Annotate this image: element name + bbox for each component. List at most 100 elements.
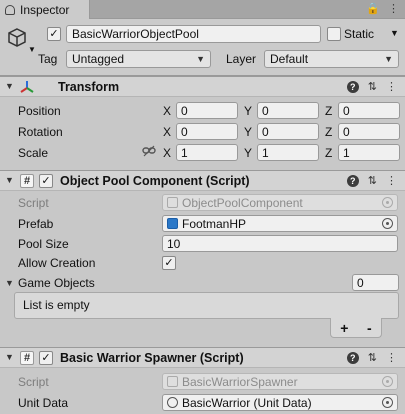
- inspector-tab[interactable]: Inspector: [0, 0, 90, 19]
- rotation-y-value: 0: [262, 124, 269, 139]
- spawner-title: Basic Warrior Spawner (Script): [60, 351, 244, 365]
- help-icon[interactable]: ?: [346, 351, 359, 364]
- constrain-proportions-icon[interactable]: [142, 144, 156, 158]
- inspector-icon: [5, 4, 15, 15]
- unit-data-label: Unit Data: [18, 396, 69, 410]
- position-z-value: 0: [343, 103, 350, 118]
- static-dropdown-icon[interactable]: ▼: [390, 28, 399, 38]
- chevron-down-icon: ▼: [196, 54, 205, 64]
- presets-icon[interactable]: ⇅: [368, 174, 377, 187]
- scale-y-field[interactable]: 1: [257, 144, 319, 161]
- position-z-field[interactable]: 0: [338, 102, 400, 119]
- gameobject-name-field[interactable]: BasicWarriorObjectPool: [66, 25, 321, 43]
- allow-creation-checkbox[interactable]: ✓: [162, 256, 176, 270]
- rotation-z-field[interactable]: 0: [338, 123, 400, 140]
- rotation-x-label[interactable]: X: [163, 125, 171, 139]
- scale-x-label[interactable]: X: [163, 146, 171, 160]
- tag-dropdown[interactable]: Untagged ▼: [66, 50, 211, 68]
- help-icon[interactable]: ?: [346, 174, 359, 187]
- object-picker-icon[interactable]: [382, 397, 393, 408]
- allow-creation-label: Allow Creation: [18, 256, 96, 270]
- transform-header[interactable]: ▼ Transform ? ⇅ ⋮: [0, 76, 405, 97]
- foldout-arrow-icon[interactable]: ▼: [5, 81, 14, 91]
- list-empty-text: List is empty: [23, 298, 90, 312]
- layer-dropdown[interactable]: Default ▼: [264, 50, 399, 68]
- presets-icon[interactable]: ⇅: [368, 351, 377, 364]
- unit-data-field[interactable]: BasicWarrior (Unit Data): [162, 394, 398, 411]
- scale-z-field[interactable]: 1: [338, 144, 400, 161]
- transform-icon: [19, 79, 35, 95]
- list-remove-button[interactable]: -: [367, 320, 372, 336]
- scale-x-field[interactable]: 1: [176, 144, 238, 161]
- tag-value: Untagged: [72, 52, 125, 66]
- position-y-label[interactable]: Y: [244, 104, 252, 118]
- tag-label: Tag: [38, 52, 58, 66]
- more-options-icon[interactable]: ⋮: [386, 80, 397, 93]
- script-file-icon: [167, 376, 178, 387]
- game-objects-count: 0: [357, 275, 364, 290]
- spawner-script-field: BasicWarriorSpawner: [162, 373, 398, 390]
- scriptable-object-icon: [167, 397, 178, 408]
- scale-y-label[interactable]: Y: [244, 146, 252, 160]
- position-y-field[interactable]: 0: [257, 102, 319, 119]
- pool-size-value: 10: [167, 236, 181, 251]
- inspector-tab-label: Inspector: [20, 2, 70, 17]
- transform-title: Transform: [58, 80, 120, 94]
- lock-icon[interactable]: 🔒: [366, 2, 380, 15]
- position-label: Position: [18, 104, 61, 118]
- spawner-enabled-checkbox[interactable]: ✓: [39, 351, 53, 365]
- rotation-y-field[interactable]: 0: [257, 123, 319, 140]
- prefab-icon: [167, 218, 178, 229]
- scale-x-value: 1: [181, 145, 188, 160]
- chevron-down-icon: ▼: [384, 54, 393, 64]
- list-add-remove-controls: + -: [330, 318, 382, 338]
- rotation-x-field[interactable]: 0: [176, 123, 238, 140]
- game-objects-size-field[interactable]: 0: [352, 274, 399, 291]
- rotation-x-value: 0: [181, 124, 188, 139]
- rotation-z-label[interactable]: Z: [325, 125, 332, 139]
- gameobject-active-checkbox[interactable]: ✓: [47, 27, 61, 41]
- prefab-label: Prefab: [18, 217, 54, 231]
- pool-size-field[interactable]: 10: [162, 235, 398, 252]
- rotation-y-label[interactable]: Y: [244, 125, 252, 139]
- object-pool-component-header[interactable]: ▼ # ✓ Object Pool Component (Script) ? ⇅…: [0, 170, 405, 191]
- foldout-arrow-icon[interactable]: ▼: [5, 278, 14, 288]
- more-options-icon[interactable]: ⋮: [386, 351, 397, 364]
- scale-z-value: 1: [343, 145, 350, 160]
- static-checkbox[interactable]: [327, 27, 341, 41]
- rotation-z-value: 0: [343, 124, 350, 139]
- unit-data-value: BasicWarrior (Unit Data): [182, 395, 312, 410]
- script-hash-icon: #: [20, 351, 34, 365]
- object-picker-icon: [382, 376, 393, 387]
- presets-icon[interactable]: ⇅: [368, 80, 377, 93]
- position-x-label[interactable]: X: [163, 104, 171, 118]
- gameobject-icon-dropdown[interactable]: ▼: [28, 45, 36, 54]
- gameobject-cube-icon: [6, 27, 28, 49]
- game-objects-list: List is empty: [14, 292, 399, 319]
- help-icon[interactable]: ?: [346, 80, 359, 93]
- rotation-label: Rotation: [18, 125, 63, 139]
- position-z-label[interactable]: Z: [325, 104, 332, 118]
- basic-warrior-spawner-header[interactable]: ▼ # ✓ Basic Warrior Spawner (Script) ? ⇅…: [0, 347, 405, 368]
- list-add-button[interactable]: +: [340, 320, 348, 336]
- script-hash-icon: #: [20, 174, 34, 188]
- game-objects-label[interactable]: Game Objects: [18, 276, 95, 290]
- spawner-script-label: Script: [18, 375, 49, 389]
- menu-icon[interactable]: ⋮: [388, 2, 399, 15]
- script-file-icon: [167, 197, 178, 208]
- more-options-icon[interactable]: ⋮: [386, 174, 397, 187]
- inspector-tab-bar: Inspector 🔒 ⋮: [0, 0, 405, 19]
- scale-label: Scale: [18, 146, 49, 160]
- object-pool-enabled-checkbox[interactable]: ✓: [39, 174, 53, 188]
- position-y-value: 0: [262, 103, 269, 118]
- position-x-value: 0: [181, 103, 188, 118]
- object-picker-icon[interactable]: [382, 218, 393, 229]
- foldout-arrow-icon[interactable]: ▼: [5, 352, 14, 362]
- pool-size-label: Pool Size: [18, 237, 69, 251]
- foldout-arrow-icon[interactable]: ▼: [5, 175, 14, 185]
- op-script-label: Script: [18, 196, 49, 210]
- scale-z-label[interactable]: Z: [325, 146, 332, 160]
- position-x-field[interactable]: 0: [176, 102, 238, 119]
- prefab-value: FootmanHP: [182, 216, 247, 231]
- prefab-field[interactable]: FootmanHP: [162, 215, 398, 232]
